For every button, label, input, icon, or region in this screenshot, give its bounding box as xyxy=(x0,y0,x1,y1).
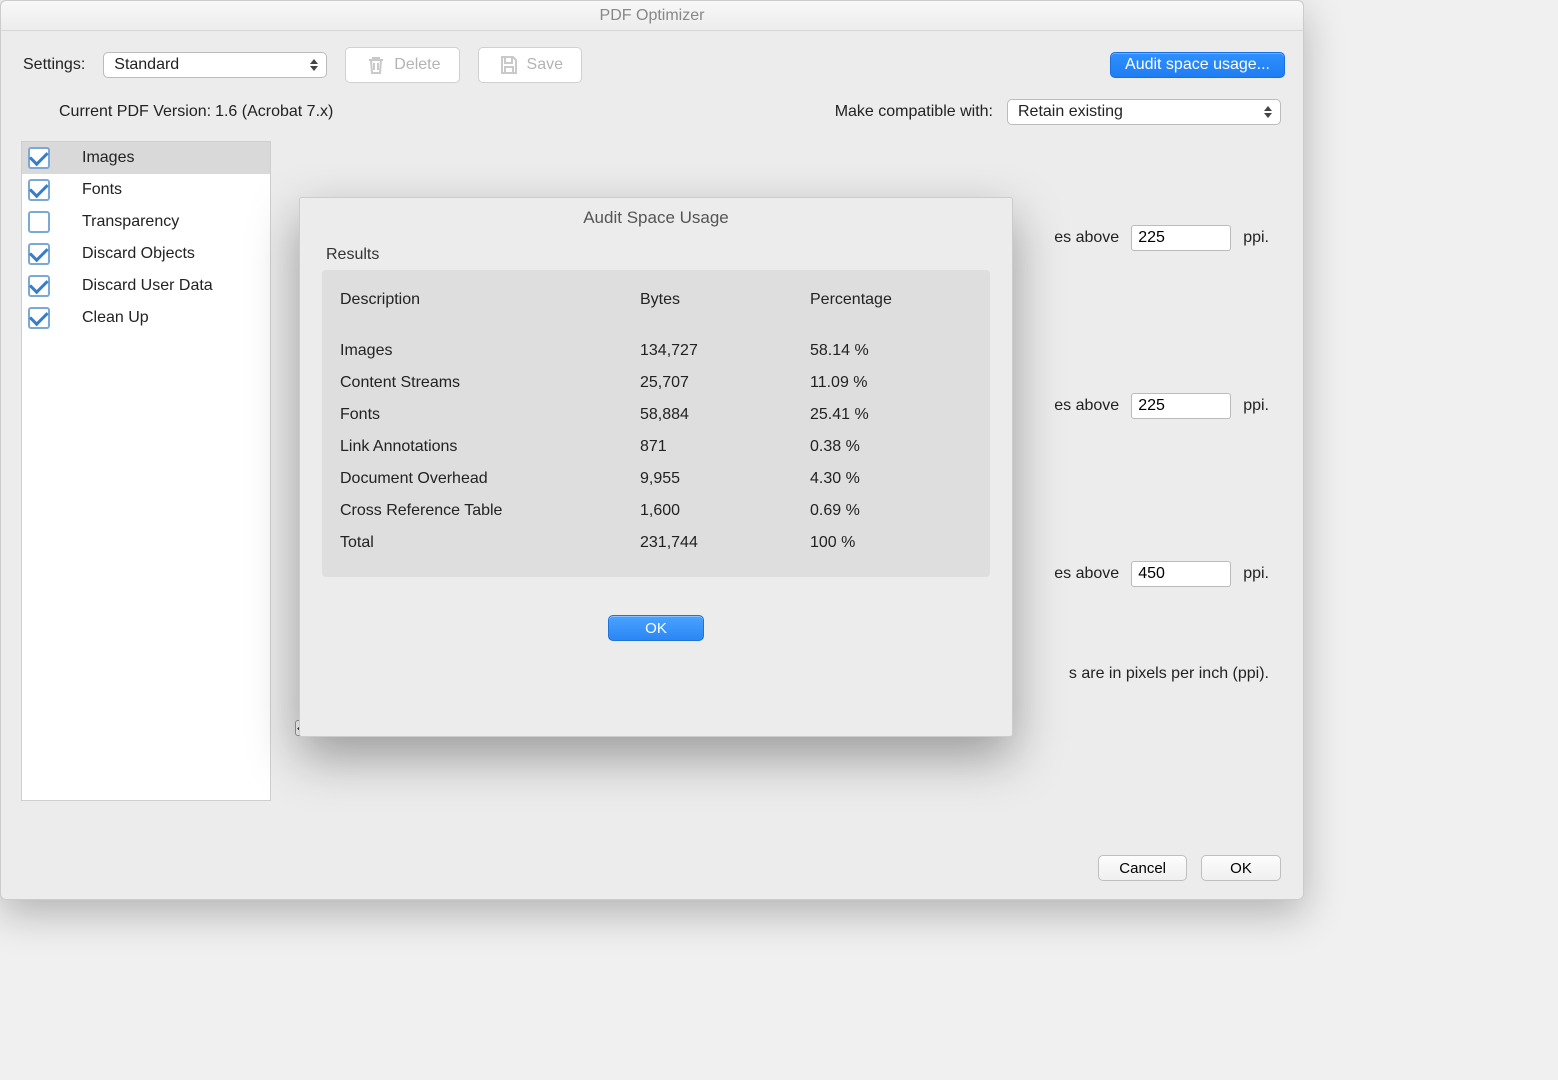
table-row: Fonts58,88425.41 % xyxy=(340,399,972,431)
compat-label: Make compatible with: xyxy=(835,103,993,121)
table-row: Document Overhead9,9554.30 % xyxy=(340,463,972,495)
category-sidebar: Images Fonts Transparency Discard Objects Di… xyxy=(21,141,271,801)
delete-label: Delete xyxy=(394,56,440,74)
sidebar-checkbox[interactable] xyxy=(28,147,50,169)
audit-dialog-title: Audit Space Usage xyxy=(300,198,1012,236)
cell-bytes: 134,727 xyxy=(640,342,810,360)
sidebar-item-label: Clean Up xyxy=(82,309,149,327)
ppi-input-2[interactable] xyxy=(1131,393,1231,419)
current-version-label: Current PDF Version: xyxy=(59,103,211,121)
sidebar-item-images[interactable]: Images xyxy=(22,142,270,174)
dialog-footer: Cancel OK xyxy=(1098,855,1281,881)
cell-bytes: 58,884 xyxy=(640,406,810,424)
audit-ok-button[interactable]: OK xyxy=(608,615,704,641)
cell-pct: 11.09 % xyxy=(810,374,972,392)
toolbar: Settings: Standard Delete Save Audit spa… xyxy=(1,31,1303,95)
cell-pct: 100 % xyxy=(810,534,972,552)
sidebar-checkbox[interactable] xyxy=(28,179,50,201)
cell-bytes: 25,707 xyxy=(640,374,810,392)
settings-label: Settings: xyxy=(23,56,85,74)
sidebar-item-label: Discard User Data xyxy=(82,277,213,295)
ppi-row-suffix: es above xyxy=(1054,565,1119,583)
sidebar-item-transparency[interactable]: Transparency xyxy=(22,206,270,238)
sidebar-item-discard-objects[interactable]: Discard Objects xyxy=(22,238,270,270)
audit-space-usage-dialog: Audit Space Usage Results Description By… xyxy=(299,197,1013,737)
trash-icon xyxy=(364,53,388,77)
current-version-value: 1.6 (Acrobat 7.x) xyxy=(215,103,333,121)
sidebar-item-discard-user-data[interactable]: Discard User Data xyxy=(22,270,270,302)
cell-bytes: 9,955 xyxy=(640,470,810,488)
cell-pct: 4.30 % xyxy=(810,470,972,488)
table-row: Content Streams25,70711.09 % xyxy=(340,367,972,399)
ppi-row-2: es above ppi. xyxy=(1054,393,1269,419)
table-row: Link Annotations8710.38 % xyxy=(340,431,972,463)
sidebar-item-clean-up[interactable]: Clean Up xyxy=(22,302,270,334)
audit-dialog-footer: OK xyxy=(300,615,1012,641)
sidebar-item-label: Transparency xyxy=(82,213,179,231)
cell-desc: Images xyxy=(340,342,640,360)
sidebar-item-label: Images xyxy=(82,149,134,167)
ppi-input-3[interactable] xyxy=(1131,561,1231,587)
audit-space-usage-button[interactable]: Audit space usage... xyxy=(1110,52,1285,78)
ppi-unit: ppi. xyxy=(1243,397,1269,415)
cancel-button[interactable]: Cancel xyxy=(1098,855,1187,881)
cell-desc: Link Annotations xyxy=(340,438,640,456)
cell-desc: Cross Reference Table xyxy=(340,502,640,520)
compat-value: Retain existing xyxy=(1018,103,1123,121)
cell-bytes: 231,744 xyxy=(640,534,810,552)
sidebar-checkbox[interactable] xyxy=(28,243,50,265)
sidebar-item-label: Discard Objects xyxy=(82,245,195,263)
ppi-row-suffix: es above xyxy=(1054,229,1119,247)
col-bytes: Bytes xyxy=(640,291,810,309)
settings-preset-select[interactable]: Standard xyxy=(103,52,327,78)
ppi-unit: ppi. xyxy=(1243,565,1269,583)
sidebar-checkbox[interactable] xyxy=(28,307,50,329)
select-arrows-icon xyxy=(1262,103,1274,121)
ok-button[interactable]: OK xyxy=(1201,855,1281,881)
ppi-note: s are in pixels per inch (ppi). xyxy=(1069,665,1269,683)
select-arrows-icon xyxy=(308,56,320,74)
cell-desc: Document Overhead xyxy=(340,470,640,488)
save-label: Save xyxy=(527,56,563,74)
col-percentage: Percentage xyxy=(810,291,972,309)
ppi-row-suffix: es above xyxy=(1054,397,1119,415)
cell-desc: Content Streams xyxy=(340,374,640,392)
cell-pct: 0.69 % xyxy=(810,502,972,520)
sidebar-checkbox[interactable] xyxy=(28,275,50,297)
table-row: Total231,744100 % xyxy=(340,527,972,559)
ppi-row-3: es above ppi. xyxy=(1054,561,1269,587)
cell-desc: Total xyxy=(340,534,640,552)
compat-select[interactable]: Retain existing xyxy=(1007,99,1281,125)
delete-button[interactable]: Delete xyxy=(345,47,459,83)
results-table: Description Bytes Percentage Images134,7… xyxy=(322,270,990,577)
cell-bytes: 871 xyxy=(640,438,810,456)
ppi-input-1[interactable] xyxy=(1131,225,1231,251)
table-row: Images134,72758.14 % xyxy=(340,335,972,367)
save-icon xyxy=(497,53,521,77)
settings-preset-value: Standard xyxy=(114,56,179,74)
cell-pct: 25.41 % xyxy=(810,406,972,424)
cell-pct: 0.38 % xyxy=(810,438,972,456)
results-label: Results xyxy=(300,236,1012,270)
table-row: Cross Reference Table1,6000.69 % xyxy=(340,495,972,527)
cell-desc: Fonts xyxy=(340,406,640,424)
cell-bytes: 1,600 xyxy=(640,502,810,520)
ppi-unit: ppi. xyxy=(1243,229,1269,247)
sidebar-item-label: Fonts xyxy=(82,181,122,199)
sidebar-item-fonts[interactable]: Fonts xyxy=(22,174,270,206)
pdf-optimizer-window: PDF Optimizer Settings: Standard Delete … xyxy=(0,0,1304,900)
save-button[interactable]: Save xyxy=(478,47,582,83)
window-title: PDF Optimizer xyxy=(1,1,1303,31)
ppi-row-1: es above ppi. xyxy=(1054,225,1269,251)
version-row: Current PDF Version: 1.6 (Acrobat 7.x) M… xyxy=(1,95,1303,141)
cell-pct: 58.14 % xyxy=(810,342,972,360)
sidebar-checkbox[interactable] xyxy=(28,211,50,233)
col-description: Description xyxy=(340,291,640,309)
table-header: Description Bytes Percentage xyxy=(340,284,972,335)
